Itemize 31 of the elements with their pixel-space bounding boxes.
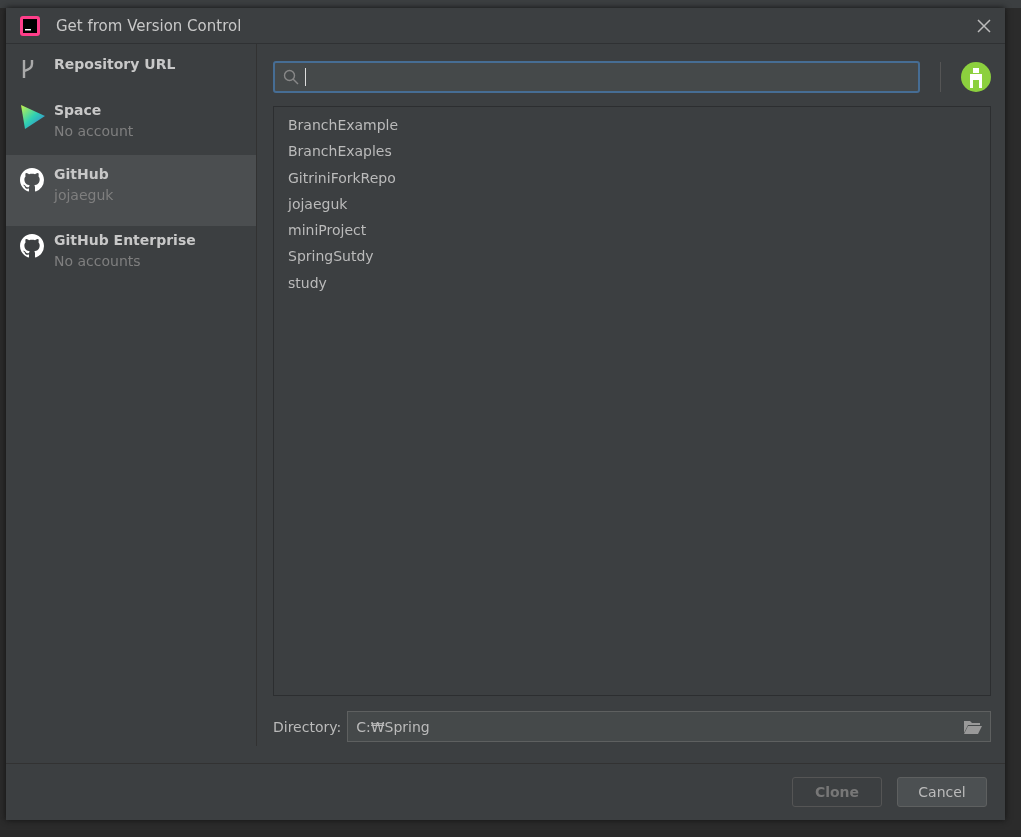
search-field[interactable] <box>273 61 920 93</box>
user-avatar-icon[interactable] <box>961 62 991 92</box>
directory-label: Directory: <box>273 718 342 735</box>
sidebar-item-label: Space <box>54 102 103 118</box>
repository-item[interactable]: miniProject <box>274 217 990 244</box>
repository-item[interactable]: BranchExample <box>274 112 990 139</box>
space-logo-icon <box>20 104 46 130</box>
folder-icon[interactable] <box>964 719 982 734</box>
sidebar-item[interactable]: Repository URL <box>6 50 256 96</box>
sidebar-item[interactable]: Space No account <box>6 96 256 155</box>
github-logo-icon <box>20 234 44 258</box>
branch-icon <box>20 58 36 80</box>
sidebar-item[interactable]: GitHub Enterprise No accounts <box>6 226 256 285</box>
repository-item[interactable]: SpringSutdy <box>274 243 990 270</box>
dialog-button[interactable]: Cancel <box>897 777 987 807</box>
app-logo-icon <box>20 15 40 36</box>
directory-field[interactable]: C:₩Spring <box>347 711 991 742</box>
close-icon[interactable] <box>977 18 991 33</box>
search-icon <box>283 69 299 85</box>
repository-item[interactable]: GitriniForkRepo <box>274 164 990 191</box>
account-label: No accounts <box>54 253 142 269</box>
repository-item[interactable]: BranchExaples <box>274 138 990 165</box>
sidebar-item-label: GitHub Enterprise <box>54 232 196 248</box>
sidebar-item-label: GitHub <box>54 166 110 182</box>
window-title: Get from Version Control <box>56 16 243 35</box>
account-label: No account <box>54 123 134 139</box>
directory-value: C:₩Spring <box>356 718 430 735</box>
repository-item[interactable]: study <box>274 269 990 297</box>
sidebar-item-label: Repository URL <box>54 56 176 72</box>
github-logo-icon <box>20 168 44 192</box>
repository-item[interactable]: jojaeguk <box>274 190 990 218</box>
